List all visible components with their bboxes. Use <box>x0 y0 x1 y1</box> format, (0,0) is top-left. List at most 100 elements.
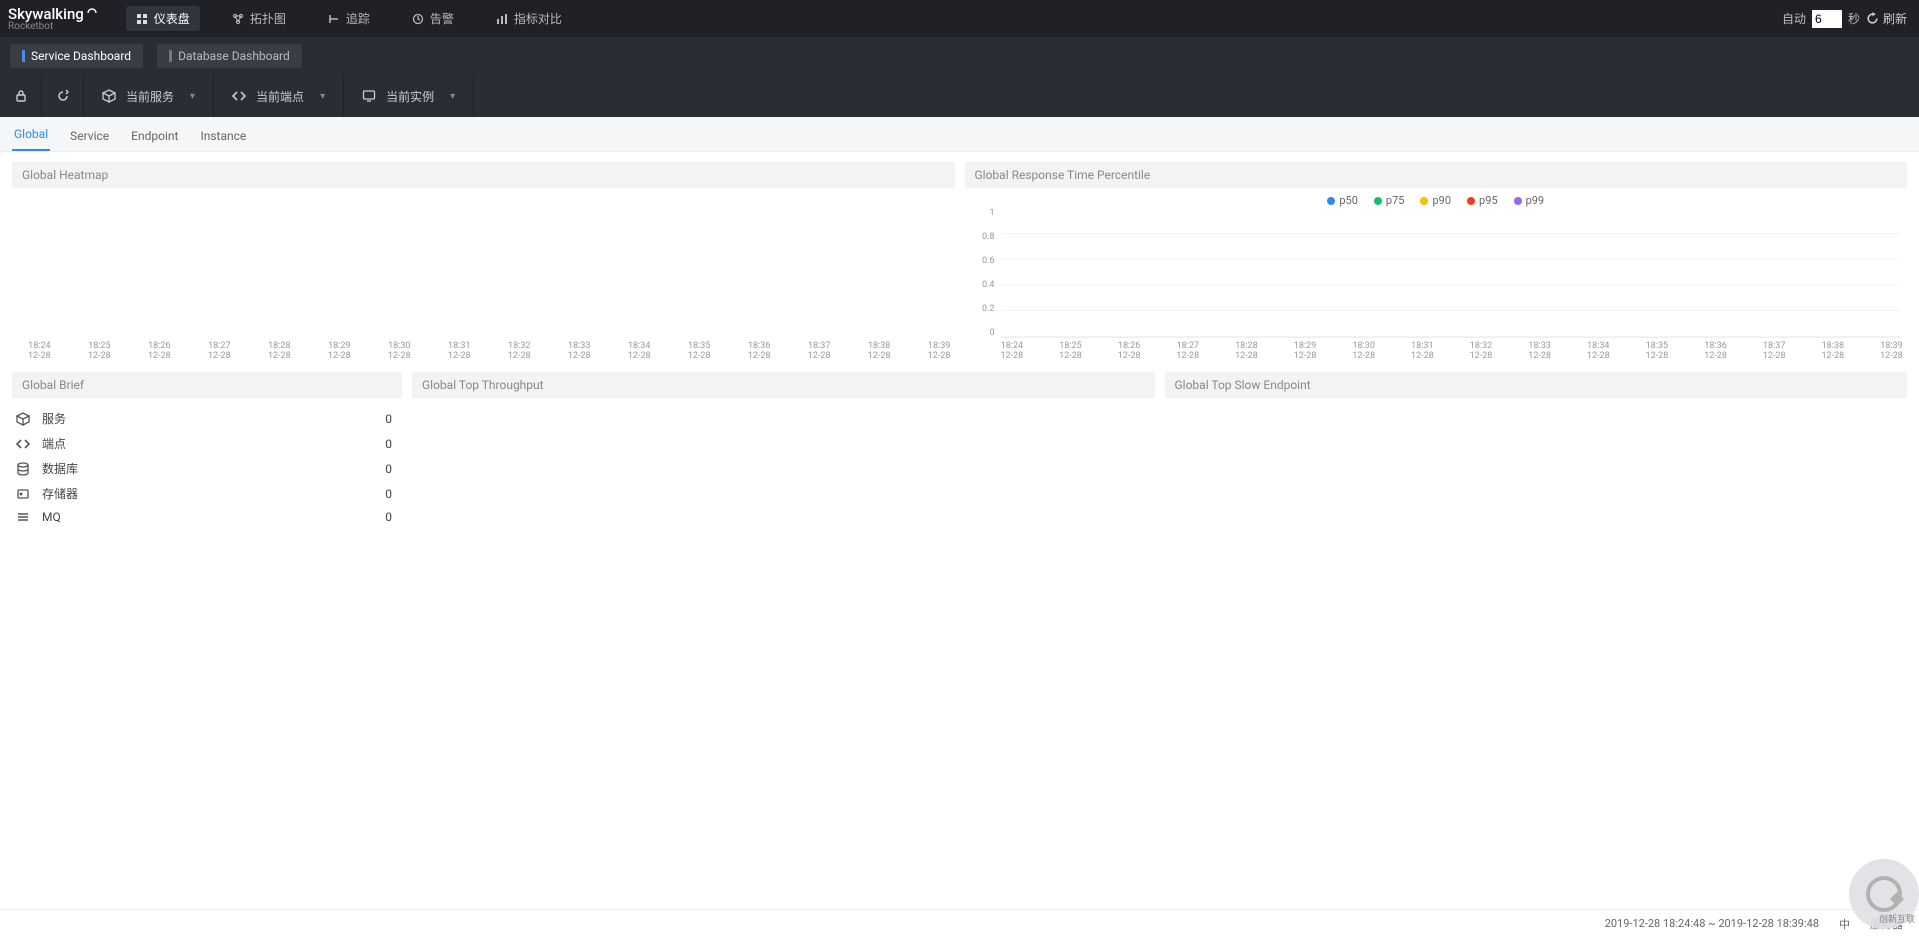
legend-p99[interactable]: p99 <box>1514 194 1545 207</box>
brief-value: 0 <box>385 510 392 524</box>
current-service-selector[interactable]: 当前服务 ▾ <box>84 75 214 117</box>
brand-sub: Rocketbot <box>8 21 98 32</box>
percentile-panel: Global Response Time Percentile p50 p75 … <box>965 162 1908 362</box>
tab-instance[interactable]: Instance <box>198 121 248 151</box>
list-icon <box>16 510 30 524</box>
brief-list: 服务0端点0数据库0存储器0MQ0 <box>12 398 402 528</box>
refresh-button[interactable]: 刷新 <box>1866 10 1907 27</box>
x-tick: 18:3112-28 <box>1411 342 1434 362</box>
x-tick: 18:3412-28 <box>1587 342 1610 362</box>
watermark-label: 创新互联 <box>1879 912 1915 925</box>
dot-icon <box>1467 197 1475 205</box>
x-tick: 18:2812-28 <box>1235 342 1258 362</box>
x-tick: 18:2512-28 <box>1059 342 1082 362</box>
nav-item-topology[interactable]: 拓扑图 <box>222 6 296 31</box>
refresh-label: 刷新 <box>1883 10 1907 27</box>
heatmap-body: 18:2412-2818:2512-2818:2612-2818:2712-28… <box>12 188 955 362</box>
nav-item-alarm[interactable]: 告警 <box>402 6 464 31</box>
database-dashboard-button[interactable]: Database Dashboard <box>157 44 302 68</box>
brand-tail-icon <box>86 5 98 17</box>
x-tick: 18:2612-28 <box>1118 342 1141 362</box>
current-endpoint-label: 当前端点 <box>256 88 304 105</box>
inactive-bar-icon <box>169 50 172 62</box>
slow-title: Global Top Slow Endpoint <box>1165 372 1908 398</box>
x-tick: 18:2612-28 <box>148 342 171 362</box>
legend-label: p99 <box>1526 194 1545 207</box>
x-tick: 18:3312-28 <box>568 342 591 362</box>
nav-item-dashboard[interactable]: 仪表盘 <box>126 6 200 31</box>
throughput-panel: Global Top Throughput <box>412 372 1155 891</box>
tab-service[interactable]: Service <box>68 121 111 151</box>
x-tick: 18:3212-28 <box>1470 342 1493 362</box>
x-tick: 18:2412-28 <box>1001 342 1024 362</box>
code-icon <box>232 89 246 103</box>
y-tick: 0.4 <box>982 280 999 290</box>
y-tick: 0 <box>989 328 998 338</box>
x-tick: 18:2512-28 <box>88 342 111 362</box>
brief-row: MQ 0 <box>16 506 392 528</box>
top-right-controls: 自动 秒 刷新 <box>1782 10 1919 28</box>
service-dashboard-button[interactable]: Service Dashboard <box>10 44 143 68</box>
content-grid: Global Heatmap 18:2412-2818:2512-2818:26… <box>0 152 1919 937</box>
lock-icon <box>14 89 28 103</box>
lock-button[interactable] <box>0 75 42 117</box>
legend-label: p90 <box>1432 194 1451 207</box>
brief-value: 0 <box>385 487 392 501</box>
brief-label: 端点 <box>42 435 66 452</box>
watermark-icon <box>1866 876 1902 912</box>
database-icon <box>16 462 30 476</box>
brief-row: 存储器0 <box>16 481 392 506</box>
topology-icon <box>232 13 244 25</box>
x-tick: 18:3012-28 <box>388 342 411 362</box>
cube-icon <box>102 89 116 103</box>
nav-item-compare[interactable]: 指标对比 <box>486 6 572 31</box>
tab-endpoint[interactable]: Endpoint <box>129 121 180 151</box>
x-tick: 18:3912-28 <box>1880 342 1903 362</box>
active-bar-icon <box>22 50 25 62</box>
percentile-legend: p50 p75 p90 p95 p99 <box>965 188 1908 207</box>
x-tick: 18:3712-28 <box>1763 342 1786 362</box>
brief-label: 数据库 <box>42 460 78 477</box>
percentile-plot-area <box>1001 208 1902 338</box>
x-tick: 18:3612-28 <box>748 342 771 362</box>
tab-global[interactable]: Global <box>12 119 50 151</box>
x-tick: 18:3912-28 <box>928 342 951 362</box>
interval-input[interactable] <box>1812 10 1842 28</box>
current-instance-label: 当前实例 <box>386 88 434 105</box>
chevron-down-icon: ▾ <box>190 91 195 102</box>
brief-row: 数据库0 <box>16 456 392 481</box>
reload-icon <box>56 89 70 103</box>
monitor-icon <box>362 89 376 103</box>
percentile-y-axis: 10.80.60.40.20 <box>965 208 999 338</box>
nav-item-trace[interactable]: 追踪 <box>318 6 380 31</box>
brief-row: 端点0 <box>16 431 392 456</box>
heatmap-x-axis: 18:2412-2818:2512-2818:2612-2818:2712-28… <box>28 342 951 362</box>
current-endpoint-selector[interactable]: 当前端点 ▾ <box>214 75 344 117</box>
legend-p75[interactable]: p75 <box>1374 194 1405 207</box>
dot-icon <box>1327 197 1335 205</box>
x-tick: 18:2412-28 <box>28 342 51 362</box>
legend-p90[interactable]: p90 <box>1420 194 1451 207</box>
reload-button[interactable] <box>42 75 84 117</box>
current-service-label: 当前服务 <box>126 88 174 105</box>
dot-icon <box>1514 197 1522 205</box>
x-tick: 18:3112-28 <box>448 342 471 362</box>
throughput-body <box>412 398 1155 891</box>
legend-p95[interactable]: p95 <box>1467 194 1498 207</box>
brief-label: MQ <box>42 510 61 524</box>
y-tick: 0.8 <box>982 232 999 242</box>
nav-item-label: 拓扑图 <box>250 10 286 27</box>
chevron-down-icon: ▾ <box>320 91 325 102</box>
trace-icon <box>328 13 340 25</box>
footer: 2019-12-28 18:24:48 ~ 2019-12-28 18:39:4… <box>0 909 1919 937</box>
cube-icon <box>16 412 30 426</box>
time-range[interactable]: 2019-12-28 18:24:48 ~ 2019-12-28 18:39:4… <box>1605 917 1819 930</box>
legend-p50[interactable]: p50 <box>1327 194 1358 207</box>
lang-switch[interactable]: 中 <box>1839 916 1850 932</box>
current-instance-selector[interactable]: 当前实例 ▾ <box>344 75 474 117</box>
service-dashboard-label: Service Dashboard <box>31 49 131 63</box>
nav-item-label: 告警 <box>430 10 454 27</box>
code-icon <box>16 437 30 451</box>
brief-row: 服务0 <box>16 406 392 431</box>
dot-icon <box>1420 197 1428 205</box>
